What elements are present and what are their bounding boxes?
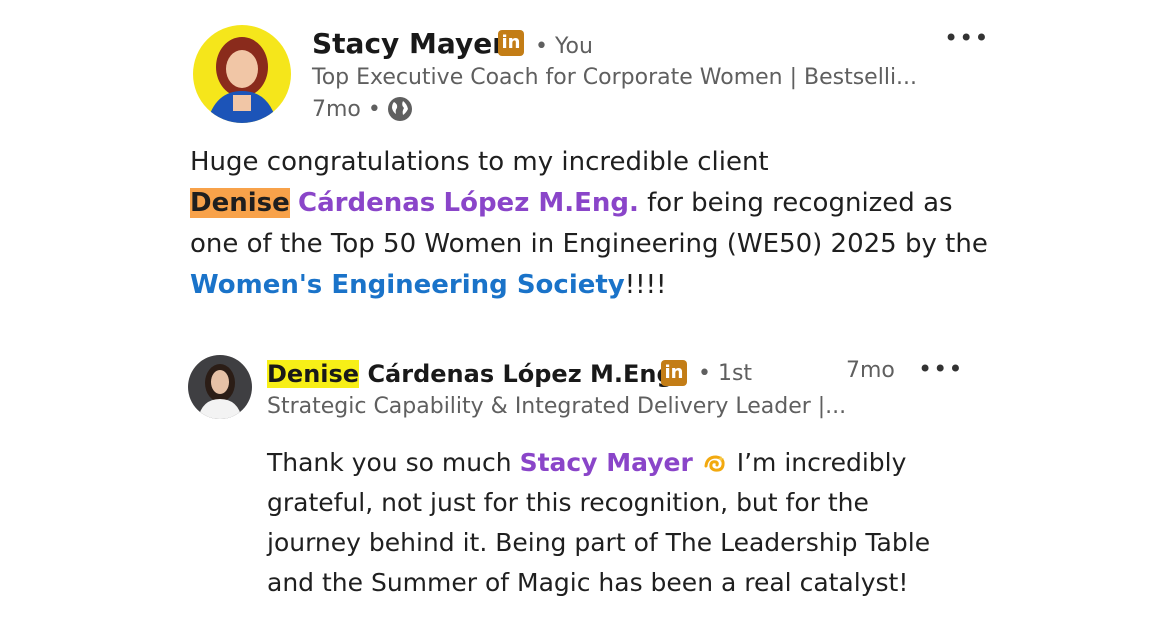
- post-body: Huge congratulations to my incredible cl…: [190, 142, 990, 306]
- mention-denise-surname[interactable]: Cárdenas: [298, 188, 435, 218]
- linkedin-premium-icon: in: [498, 30, 524, 56]
- globe-icon: [388, 97, 412, 121]
- mention-womens-engineering-society[interactable]: Women's Engineering Society: [190, 270, 625, 300]
- post-text-end: !!!!: [624, 270, 667, 300]
- comment-text-intro: Thank you so much: [267, 448, 520, 477]
- post-author-avatar[interactable]: [193, 25, 291, 123]
- comment-body: Thank you so much Stacy Mayer I’m incred…: [267, 443, 967, 603]
- post-author-name[interactable]: Stacy Mayer: [312, 26, 506, 62]
- comment-author-first-highlight: Denise: [267, 360, 360, 388]
- comment-author-degree: • 1st: [698, 361, 753, 386]
- comment-author-headline[interactable]: Strategic Capability & Integrated Delive…: [267, 393, 846, 421]
- post-menu-button[interactable]: •••: [944, 26, 989, 50]
- dizzy-emoji-icon: [704, 455, 725, 472]
- comment-menu-button[interactable]: •••: [918, 357, 963, 381]
- post-author-headline[interactable]: Top Executive Coach for Corporate Women …: [312, 64, 917, 92]
- avatar-image: [188, 355, 252, 419]
- comment-author-name[interactable]: Denise Cárdenas López M.Eng.: [267, 356, 683, 392]
- post-time: 7mo •: [312, 97, 381, 122]
- post-text-intro: Huge congratulations to my incredible cl…: [190, 147, 769, 177]
- post-author-relation: • You: [535, 34, 593, 59]
- linkedin-premium-icon: in: [661, 360, 687, 386]
- mention-denise-highlight[interactable]: Denise: [190, 188, 290, 218]
- comment-author-avatar[interactable]: [188, 355, 252, 419]
- comment-author-rest: Cárdenas López M.Eng.: [367, 360, 683, 388]
- comment-time: 7mo: [846, 358, 895, 383]
- mention-stacy-mayer[interactable]: Stacy Mayer: [520, 448, 693, 477]
- avatar-image: [193, 25, 291, 123]
- mention-denise-degree[interactable]: López M.Eng.: [444, 188, 639, 218]
